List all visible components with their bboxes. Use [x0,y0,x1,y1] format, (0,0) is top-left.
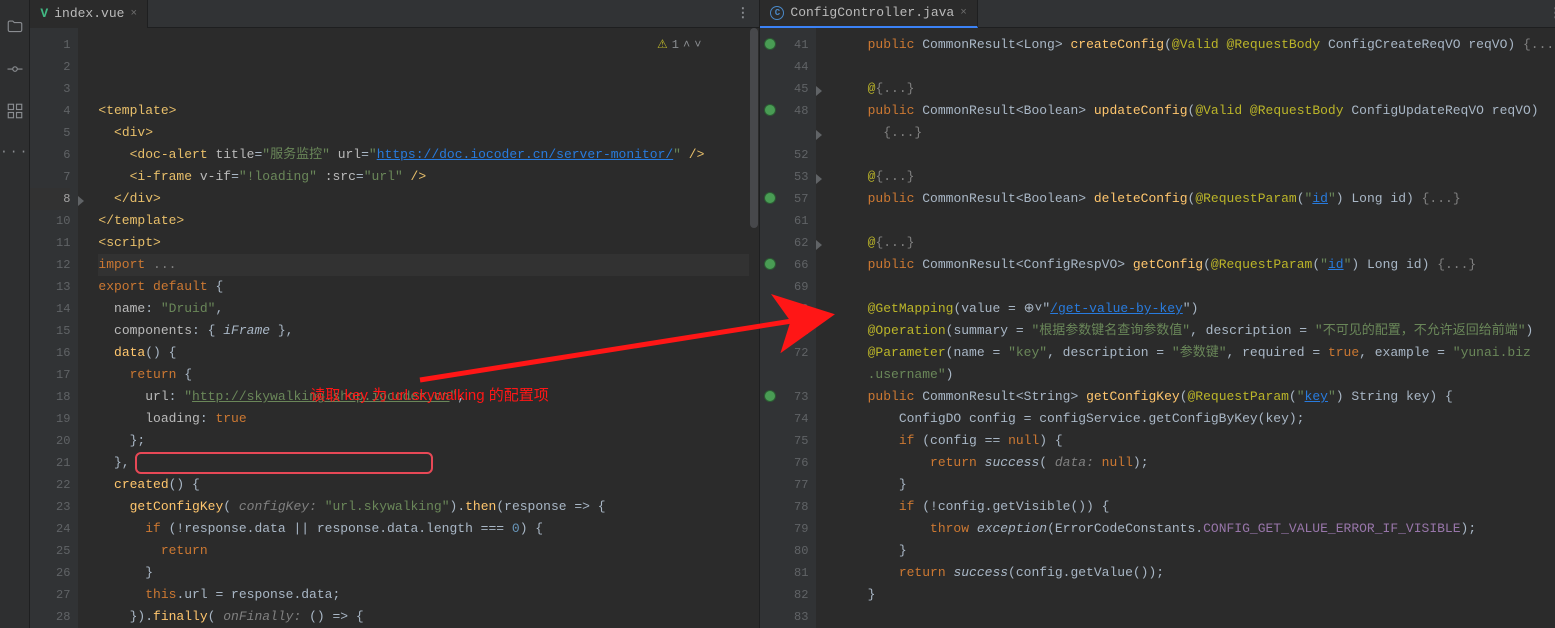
grid-icon[interactable] [6,102,24,120]
java-icon: C [770,6,784,20]
close-icon[interactable]: × [960,7,967,19]
tab-label: index.vue [54,6,124,21]
warning-badge[interactable]: ⚠ 1 ˄ ˅ [657,34,701,56]
gutter-right: 4144454852535761626669707172737475767778… [760,28,816,628]
warning-count: 1 [672,34,679,56]
close-icon[interactable]: × [130,8,137,20]
warning-icon: ⚠ [657,34,668,56]
editor-pane-right: C ConfigController.java × ⋮ 414445485253… [760,0,1555,628]
folder-icon[interactable] [6,18,24,36]
code-right[interactable]: public CommonResult<Long> createConfig(@… [816,28,1555,628]
activity-bar: ··· [0,0,30,628]
code-area-left[interactable]: 1234567810111213141516171819202122232425… [30,28,759,628]
code-area-right[interactable]: 4144454852535761626669707172737475767778… [760,28,1555,628]
scrollbar-left[interactable] [749,28,759,628]
chevron-down-icon[interactable]: ˅ [694,34,701,56]
tab-more-icon[interactable]: ⋮ [1549,6,1555,21]
tab-row-left: V index.vue × ⋮ [30,0,759,28]
code-left[interactable]: ⚠ 1 ˄ ˅ <template> <div> <doc-alert titl… [78,28,749,628]
tab-more-icon[interactable]: ⋮ [736,6,751,21]
more-icon[interactable]: ··· [0,144,29,159]
editor-pane-left: V index.vue × ⋮ 123456781011121314151617… [30,0,760,628]
tab-row-right: C ConfigController.java × ⋮ [760,0,1555,28]
gutter-left: 1234567810111213141516171819202122232425… [30,28,78,628]
editors-container: V index.vue × ⋮ 123456781011121314151617… [30,0,1555,628]
tab-config-controller[interactable]: C ConfigController.java × [760,0,977,28]
tab-label: ConfigController.java [790,5,954,20]
chevron-up-icon[interactable]: ˄ [683,34,690,56]
commit-icon[interactable] [6,60,24,78]
vue-icon: V [40,6,48,21]
tab-index-vue[interactable]: V index.vue × [30,0,148,28]
